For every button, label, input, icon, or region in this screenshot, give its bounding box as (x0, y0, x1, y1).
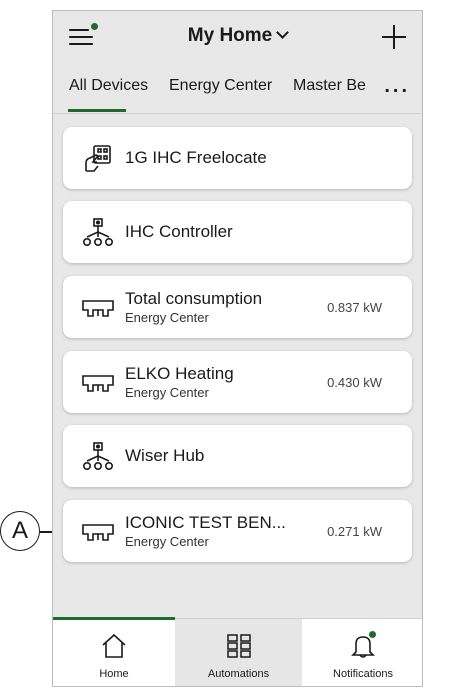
notification-dot (369, 631, 376, 638)
plus-icon[interactable] (382, 25, 406, 49)
energy-meter-icon (82, 375, 114, 392)
nav-automations-label: Automations (207, 668, 270, 680)
device-name: ICONIC TEST BEN... (125, 513, 286, 532)
device-power-value: 0.430 kW (327, 375, 382, 390)
active-tab-indicator (68, 109, 126, 112)
home-selector[interactable]: My Home (53, 25, 422, 47)
device-name: ELKO Heating (125, 364, 234, 383)
device-power-value: 0.271 kW (327, 524, 382, 539)
callout-a: A (0, 511, 40, 551)
tab-energy-center[interactable]: Energy Center (169, 77, 272, 95)
device-card[interactable]: 1G IHC Freelocate (63, 127, 412, 189)
top-bar: My Home All Devices Energy Center Master… (53, 11, 422, 113)
chevron-down-icon (276, 26, 290, 39)
device-name: IHC Controller (125, 222, 233, 241)
device-name: Wiser Hub (125, 446, 205, 465)
app-screen: My Home All Devices Energy Center Master… (52, 10, 423, 687)
device-subtitle: Energy Center (125, 385, 209, 400)
tab-all-devices[interactable]: All Devices (69, 77, 148, 95)
device-card[interactable]: ELKO Heating Energy Center 0.430 kW (63, 351, 412, 413)
grid-icon (226, 634, 251, 658)
device-card[interactable]: IHC Controller (63, 201, 412, 263)
device-card[interactable]: ICONIC TEST BEN... Energy Center 0.271 k… (63, 500, 412, 562)
network-hub-icon (82, 218, 113, 246)
nav-notifications[interactable]: Notifications (302, 619, 422, 686)
device-subtitle: Energy Center (125, 310, 209, 325)
network-hub-icon (82, 442, 113, 470)
device-name: Total consumption (125, 289, 263, 308)
tap-remote-icon (85, 145, 111, 172)
device-subtitle: Energy Center (125, 534, 209, 549)
nav-automations[interactable]: Automations (175, 619, 302, 686)
device-name: 1G IHC Freelocate (125, 148, 267, 167)
header-divider (53, 113, 422, 114)
nav-home-label: Home (99, 668, 129, 680)
energy-meter-icon (82, 300, 114, 317)
nav-notifications-label: Notifications (333, 668, 393, 680)
device-card[interactable]: Total consumption Energy Center 0.837 kW (63, 276, 412, 338)
nav-home[interactable]: Home (53, 617, 175, 686)
device-card[interactable]: Wiser Hub (63, 425, 412, 487)
tab-bar: All Devices Energy Center Master Be ... (53, 73, 422, 113)
bottom-navigation: Home Automations Notifications (53, 617, 422, 686)
page-title: My Home (187, 25, 273, 46)
device-power-value: 0.837 kW (327, 300, 382, 315)
home-icon (102, 633, 126, 658)
energy-meter-icon (82, 524, 114, 541)
tab-master-bedroom[interactable]: Master Be (293, 77, 366, 95)
active-nav-indicator (53, 617, 175, 620)
more-icon[interactable]: ... (384, 75, 410, 98)
